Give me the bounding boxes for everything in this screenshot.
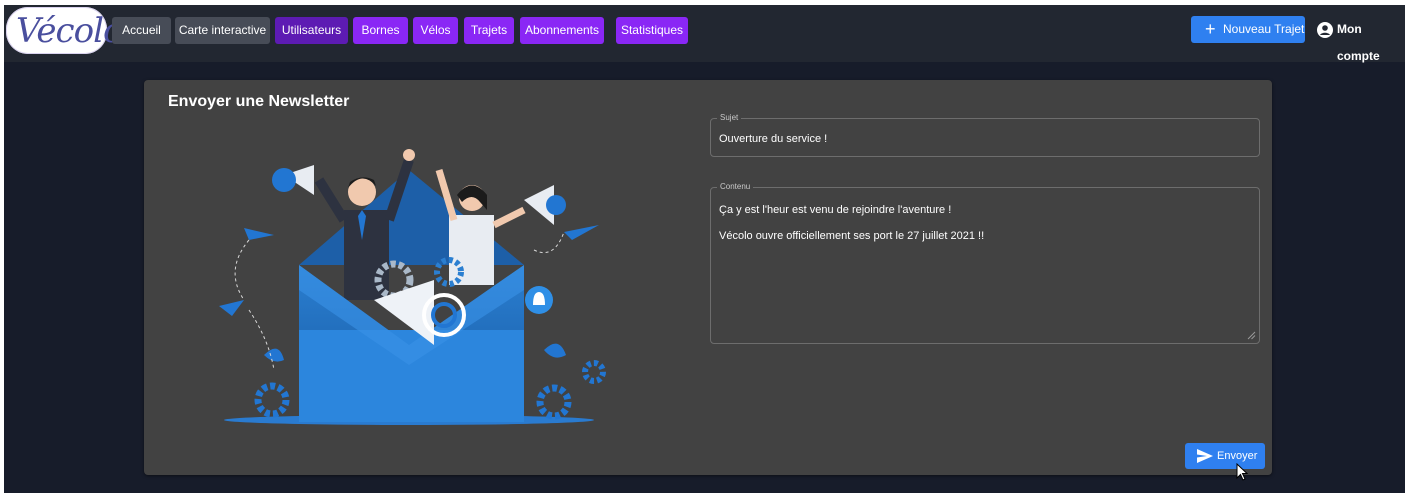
send-button[interactable]: Envoyer [1185, 443, 1265, 469]
new-trip-button[interactable]: + Nouveau Trajet [1191, 16, 1305, 43]
newsletter-card: Envoyer une Newsletter Sujet Ouverture d… [144, 80, 1272, 475]
nav-velos[interactable]: Vélos [413, 17, 458, 44]
plus-icon: + [1205, 19, 1216, 39]
page-title: Envoyer une Newsletter [168, 93, 350, 110]
mouse-cursor-icon [1236, 463, 1248, 481]
nav-bornes[interactable]: Bornes [353, 17, 408, 44]
content-field[interactable]: Contenu Ça y est l'heur est venu de rejo… [710, 182, 1260, 344]
app-window: Vécolo Accueil Carte interactive Utilisa… [4, 5, 1405, 493]
account-label: Mon compte [1337, 22, 1380, 63]
subject-field[interactable]: Sujet Ouverture du service ! [710, 113, 1260, 157]
content-line-1[interactable]: Ça y est l'heur est venu de rejoindre l'… [719, 204, 951, 216]
vecolo-logo[interactable]: Vécolo [6, 7, 123, 54]
content-label: Contenu [717, 182, 754, 192]
nav-carte-interactive[interactable]: Carte interactive [175, 17, 270, 44]
top-navigation-bar: Vécolo Accueil Carte interactive Utilisa… [4, 5, 1405, 63]
logo-text: Vécolo [16, 11, 123, 51]
nav-statistiques[interactable]: Statistiques [616, 17, 688, 44]
content-line-2[interactable]: Vécolo ouvre officiellement ses port le … [719, 230, 984, 242]
nav-accueil[interactable]: Accueil [112, 17, 171, 44]
send-label: Envoyer [1217, 450, 1258, 462]
send-icon [1197, 449, 1213, 463]
newsletter-illustration [219, 149, 606, 425]
account-menu[interactable]: Mon compte [1317, 16, 1405, 63]
account-circle-icon [1317, 22, 1333, 38]
nav-utilisateurs[interactable]: Utilisateurs [275, 17, 348, 44]
nav-abonnements[interactable]: Abonnements [520, 17, 604, 44]
resize-handle-icon[interactable] [1247, 331, 1256, 340]
subject-input[interactable]: Ouverture du service ! [719, 133, 827, 145]
subject-label: Sujet [717, 113, 742, 123]
new-trip-label: Nouveau Trajet [1223, 22, 1305, 36]
nav-trajets[interactable]: Trajets [464, 17, 514, 44]
